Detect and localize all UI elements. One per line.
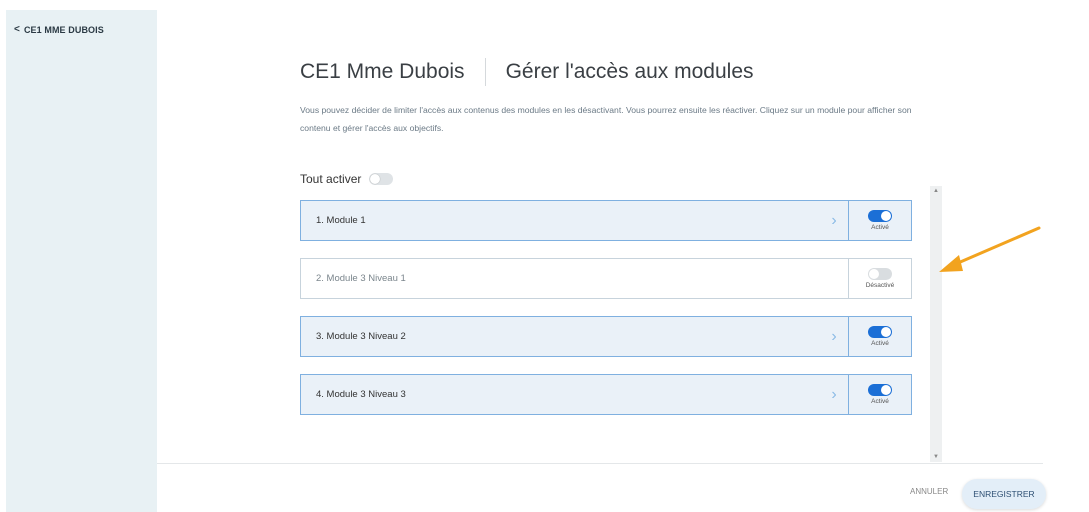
- scroll-down-icon[interactable]: ▼: [930, 454, 942, 460]
- module-state-label: Activé: [871, 398, 889, 405]
- chevron-right-icon[interactable]: ›: [820, 317, 848, 356]
- sidebar: < CE1 MME DUBOIS: [6, 10, 157, 512]
- module-toggle[interactable]: [868, 326, 892, 338]
- module-toggle-cell: Activé: [848, 201, 911, 240]
- chevron-right-icon[interactable]: ›: [820, 375, 848, 414]
- annotation-arrow-icon: [939, 226, 1041, 272]
- module-label: 3. Module 3 Niveau 2: [316, 331, 406, 342]
- class-name-title: CE1 Mme Dubois: [300, 60, 465, 83]
- page-description: Vous pouvez décider de limiter l'accès a…: [300, 105, 912, 133]
- module-toggle[interactable]: [868, 384, 892, 396]
- module-state-label: Activé: [871, 340, 889, 347]
- tout-activer-row: Tout activer: [300, 172, 394, 186]
- module-label: 4. Module 3 Niveau 3: [316, 389, 406, 400]
- module-toggle[interactable]: [868, 210, 892, 222]
- title-divider: [484, 58, 486, 86]
- module-row: 2. Module 3 Niveau 1 Désactivé: [300, 258, 912, 299]
- page-header: CE1 Mme Dubois Gérer l'accès aux modules: [300, 58, 754, 86]
- module-label: 1. Module 1: [316, 215, 366, 226]
- module-toggle-cell: Désactivé: [848, 259, 911, 298]
- module-label: 2. Module 3 Niveau 1: [316, 273, 406, 284]
- module-row[interactable]: 1. Module 1 › Activé: [300, 200, 912, 241]
- page-title: Gérer l'accès aux modules: [505, 60, 754, 83]
- tout-activer-label: Tout activer: [300, 172, 362, 186]
- module-row[interactable]: 4. Module 3 Niveau 3 › Activé: [300, 374, 912, 415]
- toggle-knob: [869, 269, 879, 279]
- module-toggle-cell: Activé: [848, 375, 911, 414]
- footer-divider: [157, 463, 1043, 464]
- module-state-label: Activé: [871, 224, 889, 231]
- toggle-knob: [881, 327, 891, 337]
- toggle-knob: [370, 174, 381, 184]
- module-toggle-cell: Activé: [848, 317, 911, 356]
- tout-activer-toggle[interactable]: [369, 173, 394, 185]
- back-link-label: CE1 MME DUBOIS: [23, 24, 104, 35]
- chevron-left-icon: <: [14, 24, 20, 35]
- module-row[interactable]: 3. Module 3 Niveau 2 › Activé: [300, 316, 912, 357]
- modules-list: 1. Module 1 › Activé 2. Module 3 Niveau …: [300, 200, 912, 432]
- save-button[interactable]: ENREGISTRER: [962, 479, 1046, 509]
- chevron-right-icon[interactable]: ›: [820, 201, 848, 240]
- module-toggle[interactable]: [868, 268, 892, 280]
- module-state-label: Désactivé: [865, 282, 895, 289]
- scroll-up-icon[interactable]: ▲: [930, 188, 942, 194]
- cancel-button[interactable]: ANNULER: [910, 487, 948, 496]
- back-link[interactable]: < CE1 MME DUBOIS: [14, 24, 104, 35]
- toggle-knob: [881, 385, 891, 395]
- toggle-knob: [881, 211, 891, 221]
